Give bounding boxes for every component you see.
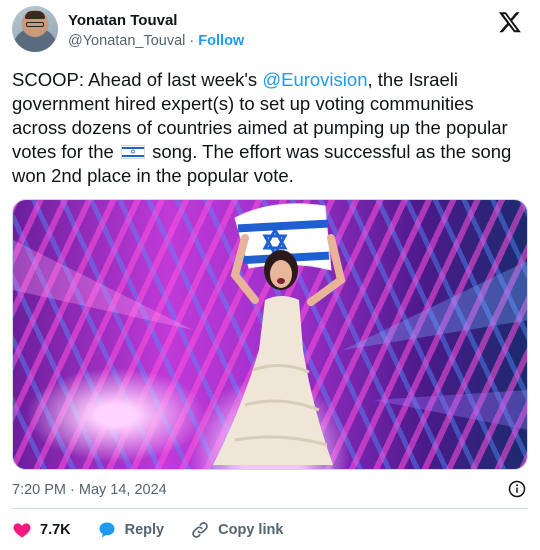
copy-link-button[interactable]: Copy link	[190, 520, 283, 540]
tweet-photo[interactable]	[12, 199, 528, 470]
like-count: 7.7K	[40, 522, 71, 538]
info-icon[interactable]	[508, 480, 526, 498]
divider	[12, 508, 528, 509]
reply-label: Reply	[124, 522, 165, 538]
follow-button[interactable]: Follow	[198, 33, 244, 49]
separator: ·	[189, 33, 195, 49]
performer-illustration	[13, 203, 527, 465]
link-icon	[192, 522, 208, 538]
tweet-actions: 7.7K Reply Copy link	[12, 518, 309, 542]
reply-bubble-icon	[99, 522, 115, 538]
israel-flag-icon: ✡	[120, 145, 145, 159]
heart-icon	[13, 523, 31, 538]
author-avatar[interactable]	[12, 6, 58, 52]
copy-link-label: Copy link	[218, 522, 284, 538]
like-button[interactable]: 7.7K	[12, 520, 71, 540]
reply-button[interactable]: Reply	[97, 520, 165, 540]
tweet-timestamp[interactable]: 7:20 PM · May 14, 2024	[12, 482, 167, 498]
tweet-header: Yonatan Touval @Yonatan_Touval · Follow	[12, 6, 528, 56]
tweet-text: SCOOP: Ahead of last week's @Eurovision,…	[12, 68, 528, 188]
mention-link[interactable]: @Eurovision	[262, 69, 367, 90]
x-logo-icon[interactable]	[498, 10, 522, 34]
author-handle-row: @Yonatan_Touval · Follow	[68, 33, 244, 49]
author-name[interactable]: Yonatan Touval	[68, 12, 177, 29]
tweet-text-part-1: SCOOP: Ahead of last week's	[12, 69, 263, 90]
author-handle[interactable]: @Yonatan_Touval	[68, 33, 185, 49]
